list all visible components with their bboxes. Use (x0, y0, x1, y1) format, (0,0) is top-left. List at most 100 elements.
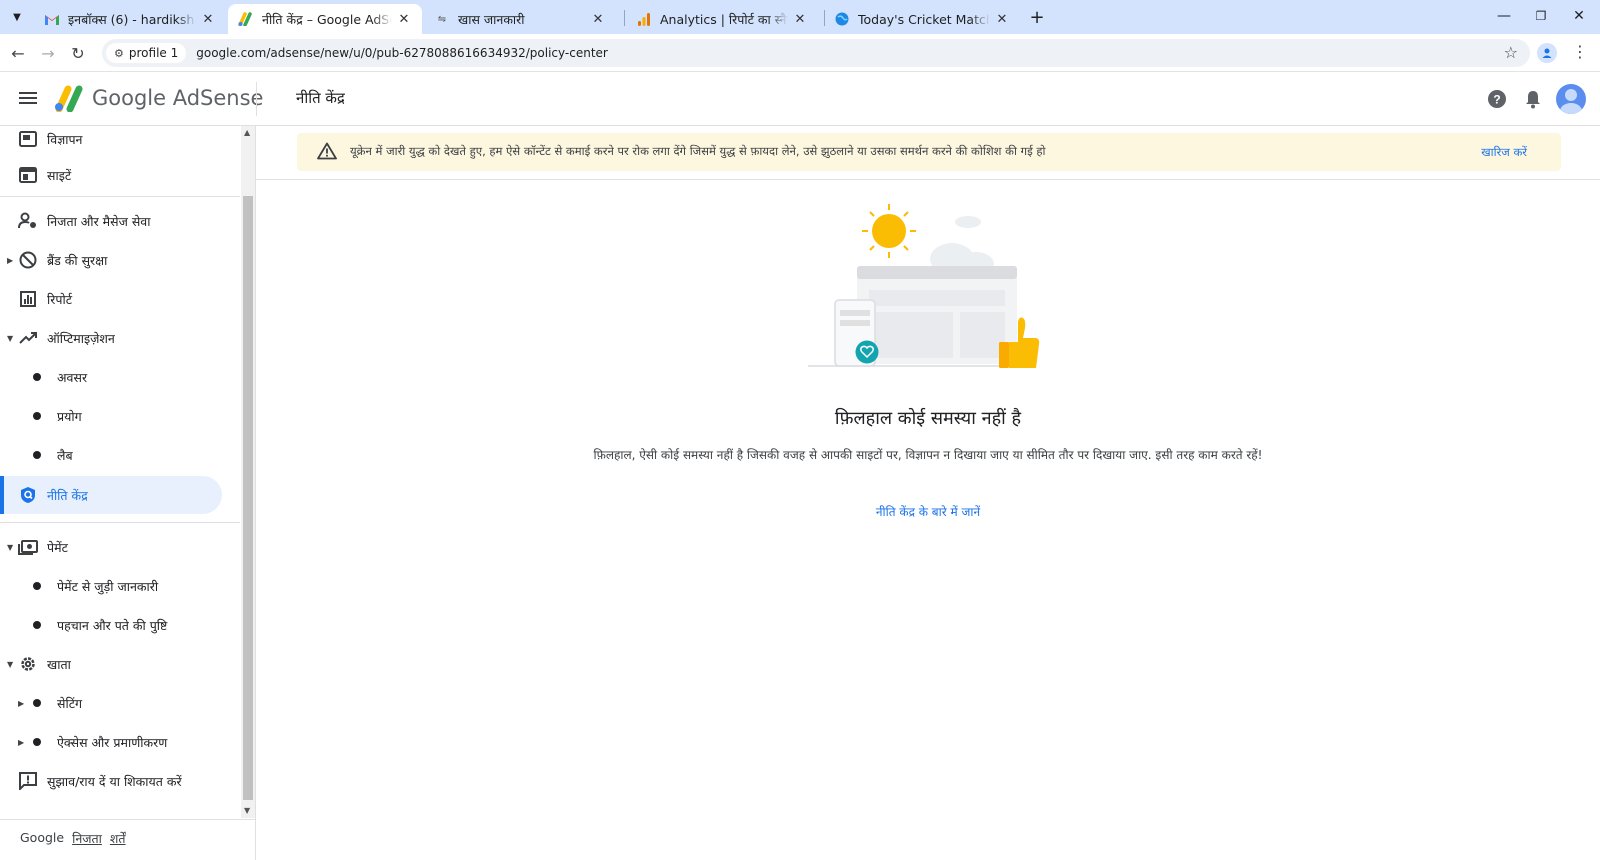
expand-caret-icon[interactable]: ▶ (18, 699, 24, 708)
report-icon (18, 289, 38, 309)
bullet-icon (33, 699, 41, 707)
back-arrow-icon[interactable]: ← (6, 41, 30, 65)
sidebar-item-brand-safety[interactable]: ▶ ब्रैंड की सुरक्षा (0, 241, 240, 279)
browser-tab-gmail[interactable]: इनबॉक्स (6) - hardikshukla ✕ (34, 4, 226, 34)
bookmark-star-icon[interactable]: ☆ (1504, 43, 1518, 62)
expand-caret-icon[interactable]: ▶ (18, 738, 24, 747)
reload-icon[interactable]: ↻ (66, 41, 90, 65)
analytics-icon (636, 11, 652, 27)
collapse-caret-icon[interactable]: ▼ (7, 334, 13, 343)
tab-title: नीति केंद्र – Google AdSense (262, 11, 392, 27)
sidebar-item-access-authorization[interactable]: ▶ ऐक्सेस और प्रमाणीकरण (0, 723, 240, 761)
brand-name: Google AdSense (92, 86, 264, 110)
sidebar-item-account[interactable]: ▼ खाता (0, 645, 240, 683)
tab-title: इनबॉक्स (6) - hardikshukla (68, 11, 196, 27)
sidebar-item-label: ऐक्सेस और प्रमाणीकरण (57, 734, 168, 750)
sidebar-item-ads[interactable]: विज्ञापन (0, 126, 240, 158)
sidebar-item-identity-verification[interactable]: पहचान और पते की पुष्टि (0, 606, 240, 644)
sidebar-item-sites[interactable]: साइटें (0, 156, 240, 194)
browser-profile-icon[interactable] (1537, 43, 1557, 63)
sidebar-item-label: प्रयोग (57, 408, 82, 424)
close-tab-icon[interactable]: ✕ (396, 12, 412, 27)
warning-icon (317, 142, 337, 164)
expand-caret-icon[interactable]: ▶ (7, 256, 13, 265)
sidebar-item-label: सेटिंग (57, 695, 83, 711)
adsense-logo (55, 85, 83, 112)
scroll-down-arrow-icon[interactable]: ▼ (244, 806, 250, 815)
sidebar-footer-divider (0, 819, 255, 820)
sidebar-item-policy-center[interactable]: नीति केंद्र (0, 476, 222, 514)
collapse-caret-icon[interactable]: ▼ (7, 543, 13, 552)
bullet-icon (33, 373, 41, 381)
banner-message: यूक्रेन में जारी युद्ध को देखते हुए, हम … (350, 144, 1046, 158)
tab-divider (624, 10, 625, 26)
minimize-button[interactable]: — (1489, 4, 1519, 28)
help-icon[interactable]: ? (1484, 86, 1510, 112)
url-text[interactable]: google.com/adsense/new/u/0/pub-627808861… (196, 46, 608, 60)
sidebar-item-reports[interactable]: रिपोर्ट (0, 280, 240, 318)
sites-icon (18, 165, 38, 185)
svg-text:?: ? (1493, 93, 1500, 107)
sidebar-item-label: लैब (57, 447, 73, 463)
sidebar-item-label: नीति केंद्र (47, 487, 88, 503)
footer-privacy-link[interactable]: निजता (72, 830, 102, 847)
privacy-icon (18, 211, 38, 231)
sidebar-item-privacy-messaging[interactable]: निजता और मैसेज सेवा (0, 202, 240, 240)
sidebar-item-labs[interactable]: लैब (0, 436, 240, 474)
footer-terms-link[interactable]: शर्तें (110, 830, 126, 847)
empty-state-title: फ़िलहाल कोई समस्या नहीं है (834, 408, 1022, 429)
tab-title: Analytics | रिपोर्ट का स्नैपशॉट (660, 11, 788, 27)
close-tab-icon[interactable]: ✕ (590, 12, 606, 27)
sidebar-item-label: ऑप्टिमाइज़ेशन (47, 330, 115, 346)
site-settings-icon[interactable]: ⚙ (114, 47, 124, 60)
collapse-caret-icon[interactable]: ▼ (7, 660, 13, 669)
tab-search-chevron-icon[interactable]: ▼ (6, 6, 28, 28)
address-bar[interactable]: ⚙ profile 1 google.com/adsense/new/u/0/p… (102, 39, 1530, 67)
sidebar-item-feedback[interactable]: सुझाव/राय दें या शिकायत करें (0, 762, 240, 800)
sidebar-scrollbar[interactable]: ▲ ▼ (241, 126, 255, 818)
close-tab-icon[interactable]: ✕ (994, 12, 1010, 27)
app-header: Google AdSense नीति केंद्र ? (0, 72, 1600, 126)
bullet-icon (33, 451, 41, 459)
account-avatar[interactable] (1556, 84, 1586, 114)
forward-arrow-icon[interactable]: → (36, 41, 60, 65)
sidebar-item-opportunities[interactable]: अवसर (0, 358, 240, 396)
content-divider (256, 179, 1600, 180)
header-divider (256, 82, 257, 116)
sidebar-divider (0, 196, 240, 197)
new-tab-button[interactable]: + (1026, 6, 1048, 28)
browser-tab-overview[interactable]: ⇋ खास जानकारी ✕ (424, 4, 616, 34)
close-window-button[interactable]: ✕ (1564, 4, 1594, 28)
notifications-bell-icon[interactable] (1520, 86, 1546, 112)
browser-tab-analytics[interactable]: Analytics | रिपोर्ट का स्नैपशॉट ✕ (626, 4, 818, 34)
block-icon (18, 250, 38, 270)
bullet-icon (33, 412, 41, 420)
feedback-icon (18, 771, 38, 791)
main-menu-icon[interactable] (18, 89, 38, 109)
sidebar-item-experiments[interactable]: प्रयोग (0, 397, 240, 435)
browser-tab-adsense[interactable]: नीति केंद्र – Google AdSense ✕ (228, 4, 422, 34)
sidebar-item-label: अवसर (57, 369, 88, 385)
close-tab-icon[interactable]: ✕ (200, 12, 216, 27)
close-tab-icon[interactable]: ✕ (792, 12, 808, 27)
sidebar-item-optimization[interactable]: ▼ ऑप्टिमाइज़ेशन (0, 319, 240, 357)
profile-chip[interactable]: ⚙ profile 1 (106, 43, 187, 63)
sidebar-item-payments[interactable]: ▼ पेमेंट (0, 528, 240, 566)
dismiss-button[interactable]: खारिज करें (1481, 145, 1527, 160)
sidebar-item-payments-info[interactable]: पेमेंट से जुड़ी जानकारी (0, 567, 240, 605)
browser-tab-cricket[interactable]: Today's Cricket Match | C ✕ (824, 4, 1020, 34)
scroll-up-arrow-icon[interactable]: ▲ (244, 128, 250, 137)
scrollbar-thumb[interactable] (243, 196, 253, 800)
sidebar-item-label: पहचान और पते की पुष्टि (57, 617, 168, 633)
bullet-icon (33, 621, 41, 629)
learn-more-link-text[interactable]: नीति केंद्र के बारे में जानें (876, 505, 980, 519)
learn-more-link: नीति केंद्र के बारे में जानें (256, 503, 1600, 520)
browser-toolbar: ← → ↻ ⚙ profile 1 google.com/adsense/new… (0, 34, 1600, 72)
sidebar-item-settings[interactable]: ▶ सेटिंग (0, 684, 240, 722)
sidebar-divider (0, 522, 240, 523)
browser-menu-icon[interactable]: ⋮ (1572, 42, 1588, 61)
restore-button[interactable]: ❐ (1526, 4, 1556, 28)
sidebar-item-label: पेमेंट (47, 539, 68, 555)
sidebar-item-label: निजता और मैसेज सेवा (47, 213, 151, 229)
payments-icon (18, 537, 38, 557)
